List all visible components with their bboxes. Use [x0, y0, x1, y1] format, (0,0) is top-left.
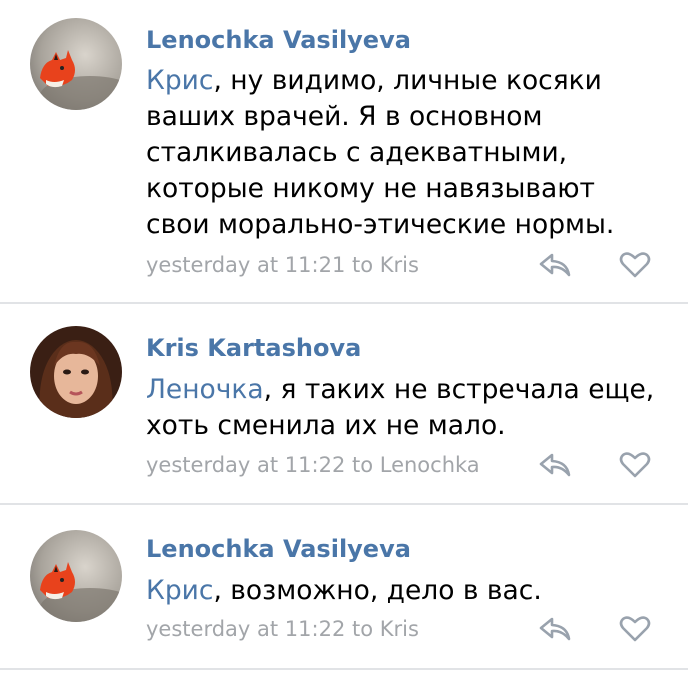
- comment-line: свои морально-этические нормы.: [146, 209, 615, 240]
- reply-icon[interactable]: [538, 250, 572, 280]
- comment-line: Крис, ну видимо, личные косяки: [146, 63, 686, 99]
- mention-link[interactable]: Леночка: [146, 374, 264, 405]
- comment-text: Леночка, я таких не встречала еще, хоть …: [146, 372, 686, 444]
- comment-line: хоть сменила их не мало.: [146, 410, 506, 441]
- comment-text: Крис, возможно, дело в вас.: [146, 573, 686, 609]
- comment-line: Крис, возможно, дело в вас.: [146, 573, 686, 609]
- comments-list: Lenochka Vasilyeva Крис, ну видимо, личн…: [0, 0, 700, 692]
- reply-icon[interactable]: [538, 614, 572, 644]
- comment-author[interactable]: Kris Kartashova: [146, 334, 361, 362]
- heart-icon[interactable]: [618, 250, 652, 280]
- comment-author[interactable]: Lenochka Vasilyeva: [146, 535, 411, 563]
- comment-meta: yesterday at 11:22 to Kris: [146, 617, 419, 641]
- comment-meta: yesterday at 11:22 to Lenochka: [146, 453, 480, 477]
- fox-avatar-image: [30, 18, 122, 110]
- divider: [0, 668, 688, 670]
- comment-author[interactable]: Lenochka Vasilyeva: [146, 26, 411, 54]
- comment-line: которые никому не навязывают: [146, 173, 595, 204]
- comment-line: Леночка, я таких не встречала еще,: [146, 372, 686, 408]
- comment-line-text: , возможно, дело в вас.: [213, 575, 542, 606]
- woman-portrait-avatar-image: [30, 326, 122, 418]
- comment-meta: yesterday at 11:21 to Kris: [146, 253, 419, 277]
- comment-text: Крис, ну видимо, личные косяки ваших вра…: [146, 63, 686, 243]
- comment-line: сталкивалась с адекватными,: [146, 137, 568, 168]
- divider: [0, 503, 688, 505]
- heart-icon[interactable]: [618, 614, 652, 644]
- comment-line-text: , я таких не встречала еще,: [263, 374, 655, 405]
- avatar[interactable]: [30, 18, 122, 110]
- comment-line-text: , ну видимо, личные косяки: [213, 65, 602, 96]
- avatar[interactable]: [30, 530, 122, 622]
- reply-icon[interactable]: [538, 450, 572, 480]
- fox-avatar-image: [30, 530, 122, 622]
- divider: [0, 302, 688, 304]
- heart-icon[interactable]: [618, 450, 652, 480]
- mention-link[interactable]: Крис: [146, 575, 213, 606]
- mention-link[interactable]: Крис: [146, 65, 213, 96]
- avatar[interactable]: [30, 326, 122, 418]
- comment-line: ваших врачей. Я в основном: [146, 101, 543, 132]
